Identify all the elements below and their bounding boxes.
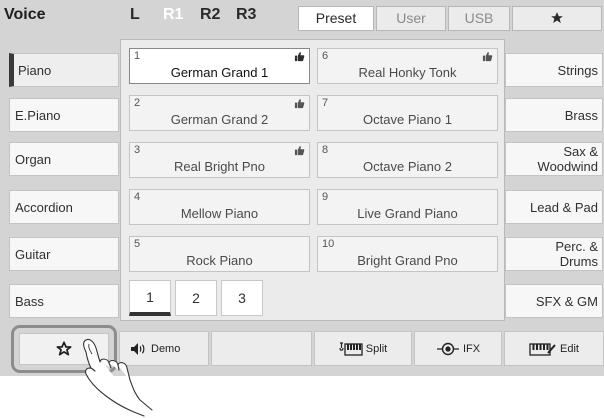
voice-name: Octave Piano 1: [363, 112, 452, 127]
category-organ[interactable]: Organ: [9, 142, 119, 176]
voice-name: Mellow Piano: [180, 206, 259, 221]
ifx-label: IFX: [462, 342, 481, 355]
voice-item[interactable]: 8 Octave Piano 2: [317, 142, 498, 178]
category-label: Perc. & Drums: [555, 239, 598, 269]
category-strings[interactable]: Strings: [505, 53, 603, 87]
category-accordion[interactable]: Accordion: [9, 190, 119, 224]
category-label: Piano: [18, 62, 52, 78]
voice-name: German Grand 2: [170, 112, 269, 127]
edit-keyboard-icon: [529, 342, 556, 356]
category-piano[interactable]: Piano: [9, 53, 119, 87]
ifx-button[interactable]: IFX: [414, 331, 502, 366]
voice-name: German Grand 1: [170, 65, 269, 80]
category-guitar[interactable]: Guitar: [9, 237, 119, 271]
split-label: Split: [365, 342, 388, 355]
voice-item[interactable]: 3 Real Bright Pno: [129, 142, 310, 178]
thumbs-up-icon: [482, 52, 493, 62]
voice-item[interactable]: 9 Live Grand Piano: [317, 189, 498, 225]
voice-number: 1: [134, 50, 141, 62]
voice-number: 5: [134, 238, 141, 250]
voice-name: Octave Piano 2: [363, 159, 452, 174]
category-label: Bass: [15, 293, 44, 309]
tab-usb[interactable]: USB: [448, 6, 510, 31]
tab-preset[interactable]: Preset: [298, 6, 374, 31]
category-label: E.Piano: [15, 107, 61, 123]
category-label: Organ: [15, 151, 52, 167]
voice-list-popup: 1 German Grand 1 2 German Grand 2 3 Real…: [120, 39, 505, 321]
voice-item[interactable]: 7 Octave Piano 1: [317, 95, 498, 131]
star-icon: [56, 341, 72, 356]
category-lead-pad[interactable]: Lead & Pad: [505, 190, 603, 224]
voice-item[interactable]: 2 German Grand 2: [129, 95, 310, 131]
voice-number: 10: [322, 238, 335, 250]
voice-name: Real Bright Pno: [173, 159, 266, 174]
category-label: Strings: [557, 62, 598, 78]
voice-number: 3: [134, 144, 141, 156]
part-l[interactable]: L: [130, 6, 140, 24]
category-label: Brass: [564, 107, 598, 123]
voice-item[interactable]: 6 Real Honky Tonk: [317, 48, 498, 84]
tab-favorites[interactable]: [512, 6, 602, 31]
voice-item[interactable]: 1 German Grand 1: [129, 48, 310, 84]
pointing-hand-icon: [83, 338, 153, 417]
voice-name: Rock Piano: [186, 253, 253, 268]
voice-name: Live Grand Piano: [357, 206, 458, 221]
voice-screen: Voice L R1 R2 R3 Preset User USB Piano E…: [0, 0, 604, 376]
category-perc-drums[interactable]: Perc. & Drums: [505, 237, 603, 271]
voice-number: 6: [322, 50, 329, 62]
edit-button[interactable]: Edit: [504, 331, 604, 366]
split-button[interactable]: Split: [314, 331, 412, 366]
category-e-piano[interactable]: E.Piano: [9, 98, 119, 132]
voice-number: 9: [322, 191, 329, 203]
voice-number: 8: [322, 144, 329, 156]
category-sfx-gm[interactable]: SFX & GM: [505, 284, 603, 318]
voice-number: 4: [134, 191, 141, 203]
thumbs-up-icon: [294, 99, 305, 109]
split-keyboard-icon: [339, 341, 363, 356]
category-label: Sax & Woodwind: [537, 144, 598, 174]
bottom-empty-slot: [211, 331, 312, 366]
part-r2[interactable]: R2: [200, 6, 220, 24]
tab-user[interactable]: User: [376, 6, 446, 31]
part-r3[interactable]: R3: [236, 6, 256, 24]
voice-item[interactable]: 10 Bright Grand Pno: [317, 236, 498, 272]
category-label: Guitar: [15, 246, 51, 262]
voice-number: 2: [134, 97, 141, 109]
category-sax-woodwind[interactable]: Sax & Woodwind: [505, 142, 603, 176]
page-button-3[interactable]: 3: [221, 280, 263, 316]
page-button-2[interactable]: 2: [175, 280, 217, 316]
thumbs-up-icon: [294, 52, 305, 62]
ifx-icon: [436, 342, 459, 355]
category-brass[interactable]: Brass: [505, 98, 603, 132]
voice-name: Real Honky Tonk: [358, 65, 457, 80]
category-label: Accordion: [15, 199, 73, 215]
thumbs-up-icon: [294, 146, 305, 156]
part-r1[interactable]: R1: [163, 6, 183, 24]
page-button-1[interactable]: 1: [129, 280, 171, 316]
edit-label: Edit: [560, 342, 579, 355]
voice-item[interactable]: 5 Rock Piano: [129, 236, 310, 272]
star-icon: [551, 12, 563, 23]
page-title: Voice: [4, 6, 46, 23]
voice-item[interactable]: 4 Mellow Piano: [129, 189, 310, 225]
voice-number: 7: [322, 97, 329, 109]
voice-name: Bright Grand Pno: [357, 253, 458, 268]
category-label: Lead & Pad: [530, 199, 598, 215]
category-bass[interactable]: Bass: [9, 284, 119, 318]
category-label: SFX & GM: [535, 293, 598, 309]
